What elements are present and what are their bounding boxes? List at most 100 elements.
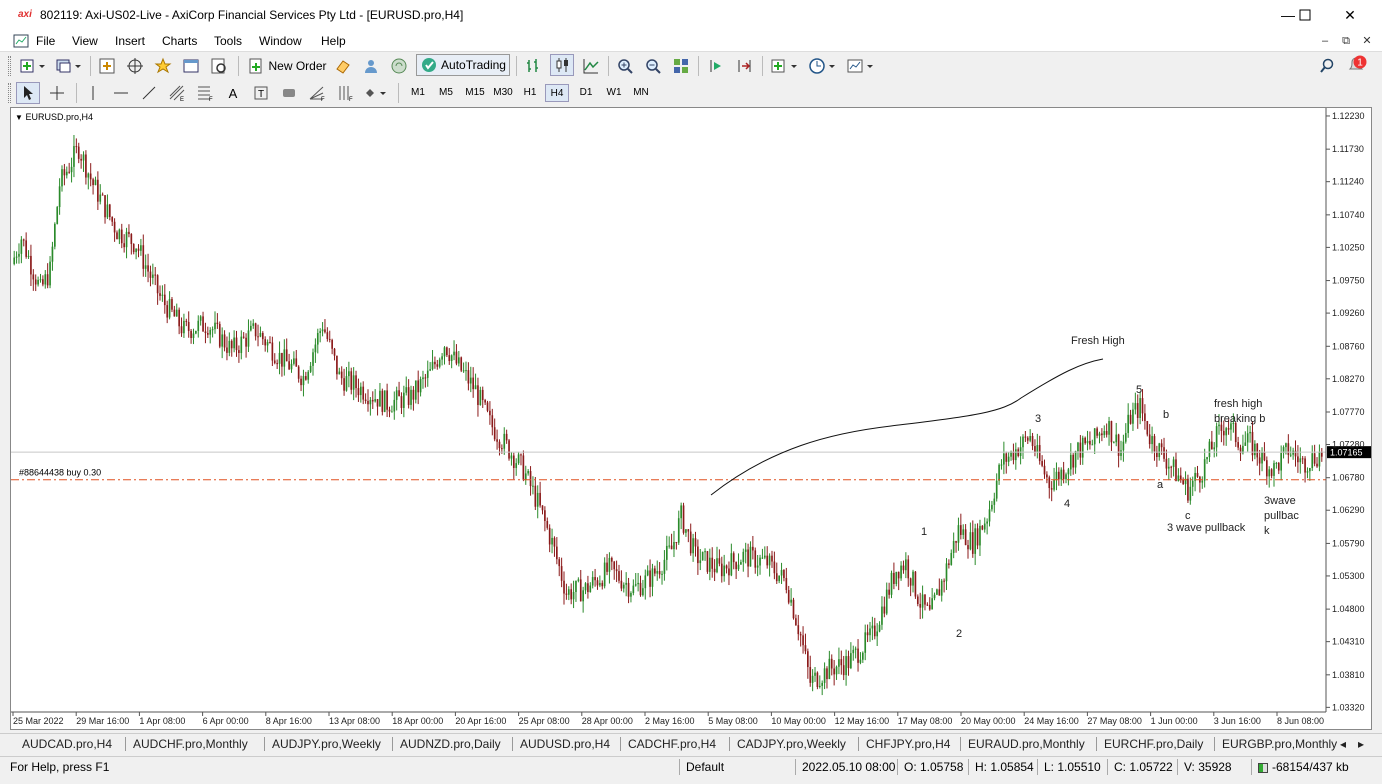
candle-body [328, 338, 331, 340]
community-icon[interactable] [360, 55, 382, 77]
candle-body [436, 364, 439, 367]
menu-tools[interactable]: Tools [214, 34, 242, 48]
menu-help[interactable]: Help [321, 34, 346, 48]
symbol-tab[interactable]: AUDJPY.pro,Weekly [272, 737, 381, 751]
bar-chart-icon[interactable] [522, 55, 544, 77]
navigator-icon[interactable] [152, 55, 174, 77]
data-window-icon[interactable] [124, 55, 146, 77]
candle-body [364, 399, 367, 401]
candle-body [847, 656, 850, 669]
text-tool-icon[interactable]: A [222, 82, 244, 104]
timeframe-m15[interactable]: M15 [462, 84, 488, 102]
horizontal-line-icon[interactable] [110, 82, 132, 104]
shapes-dropdown-icon[interactable] [362, 82, 392, 104]
crosshair-icon[interactable] [46, 82, 68, 104]
candle-body [665, 545, 668, 560]
symbol-tab[interactable]: CADCHF.pro,H4 [628, 737, 716, 751]
market-watch-icon[interactable] [96, 55, 118, 77]
child-close-button[interactable]: ✕ [1359, 33, 1375, 49]
cursor-icon[interactable] [16, 82, 40, 104]
tabs-scroll-left-icon[interactable]: ◂ [1340, 737, 1346, 751]
tabs-scroll-right-icon[interactable]: ▸ [1358, 737, 1364, 751]
candle-body [1050, 488, 1053, 490]
new-chart-icon[interactable] [18, 55, 48, 77]
candle-body [596, 580, 599, 586]
fibonacci-retracement-icon[interactable]: F [194, 82, 216, 104]
timeframe-mn[interactable]: MN [629, 84, 653, 102]
vertical-line-icon[interactable] [82, 82, 104, 104]
menu-insert[interactable]: Insert [115, 34, 145, 48]
menu-window[interactable]: Window [259, 34, 302, 48]
zoom-out-icon[interactable] [642, 55, 664, 77]
profile-name[interactable]: Default [686, 760, 724, 774]
candle-body [259, 333, 262, 337]
candle-body [510, 455, 513, 459]
candle-body [132, 244, 135, 253]
candlestick-chart[interactable]: 1.07165#88644438 buy 0.30Fresh High5b3fr… [11, 108, 1371, 729]
symbol-tab[interactable]: CADJPY.pro,Weekly [737, 737, 846, 751]
candle-body [1036, 445, 1039, 453]
menu-view[interactable]: View [72, 34, 98, 48]
candle-body [65, 171, 68, 176]
terminal-icon[interactable] [180, 55, 202, 77]
symbol-tab[interactable]: AUDUSD.pro,H4 [520, 737, 610, 751]
timeframe-m30[interactable]: M30 [490, 84, 516, 102]
timeframe-w1[interactable]: W1 [602, 84, 626, 102]
candle-body [1222, 430, 1225, 436]
chart-window-icon[interactable] [13, 33, 29, 49]
candle-body [842, 665, 845, 676]
indicators-icon[interactable] [768, 55, 802, 77]
chart-shift-icon[interactable] [734, 55, 756, 77]
timeframe-h4[interactable]: H4 [545, 84, 569, 102]
menu-charts[interactable]: Charts [162, 34, 197, 48]
menu-file[interactable]: File [36, 34, 55, 48]
metaeditor-icon[interactable] [332, 55, 354, 77]
timeframe-m1[interactable]: M1 [406, 84, 430, 102]
text-label-icon[interactable]: T [250, 82, 272, 104]
close-button[interactable]: ✕ [1330, 4, 1370, 26]
toolbar-grip[interactable] [8, 56, 11, 76]
symbol-tab[interactable]: EURGBP.pro,Monthly [1222, 737, 1337, 751]
tile-windows-icon[interactable] [670, 55, 692, 77]
line-chart-icon[interactable] [580, 55, 602, 77]
autotrading-button[interactable]: AutoTrading [416, 54, 510, 76]
arrow-label-icon[interactable] [278, 82, 300, 104]
candle-body [1043, 465, 1046, 475]
equidistant-channel-icon[interactable]: E [166, 82, 188, 104]
svg-text:F: F [349, 97, 353, 102]
child-minimize-button[interactable]: – [1317, 33, 1333, 49]
periods-icon[interactable] [806, 55, 840, 77]
alerts-bell-icon[interactable]: 1 [1344, 54, 1370, 76]
child-restore-button[interactable]: ⧉ [1338, 33, 1354, 49]
symbol-tab[interactable]: CHFJPY.pro,H4 [866, 737, 950, 751]
strategy-tester-icon[interactable] [208, 55, 230, 77]
timeframe-m5[interactable]: M5 [434, 84, 458, 102]
trendline-icon[interactable] [138, 82, 160, 104]
symbol-tab[interactable]: AUDCHF.pro,Monthly [133, 737, 248, 751]
candle-body [689, 531, 692, 554]
candle-body [821, 682, 824, 686]
candlestick-chart-icon[interactable] [550, 54, 574, 76]
maximize-button[interactable] [1285, 4, 1325, 26]
symbol-tab[interactable]: EURCHF.pro,Daily [1104, 737, 1203, 751]
chart-window[interactable]: 1.07165 #88644438 buy 0.30 Fresh High 5 b 3 fr… [10, 107, 1372, 730]
symbol-tab[interactable]: EURAUD.pro,Monthly [968, 737, 1085, 751]
timeframe-h1[interactable]: H1 [518, 84, 542, 102]
signals-icon[interactable] [388, 55, 410, 77]
candle-body [711, 557, 714, 569]
symbol-tab[interactable]: AUDNZD.pro,Daily [400, 737, 501, 751]
candle-body [572, 591, 575, 600]
templates-icon[interactable] [844, 55, 878, 77]
candle-body [768, 555, 771, 566]
gann-grid-icon[interactable]: F [334, 82, 356, 104]
candle-body [340, 371, 343, 379]
symbol-tab[interactable]: AUDCAD.pro,H4 [22, 737, 112, 751]
timeframe-d1[interactable]: D1 [574, 84, 598, 102]
profiles-icon[interactable] [54, 55, 84, 77]
search-icon[interactable] [1316, 55, 1338, 77]
auto-scroll-icon[interactable] [706, 55, 728, 77]
zoom-in-icon[interactable] [614, 55, 636, 77]
toolbar-grip[interactable] [8, 83, 11, 103]
fibonacci-fan-icon[interactable]: F [306, 82, 328, 104]
new-order-button[interactable]: New Order [244, 55, 330, 77]
